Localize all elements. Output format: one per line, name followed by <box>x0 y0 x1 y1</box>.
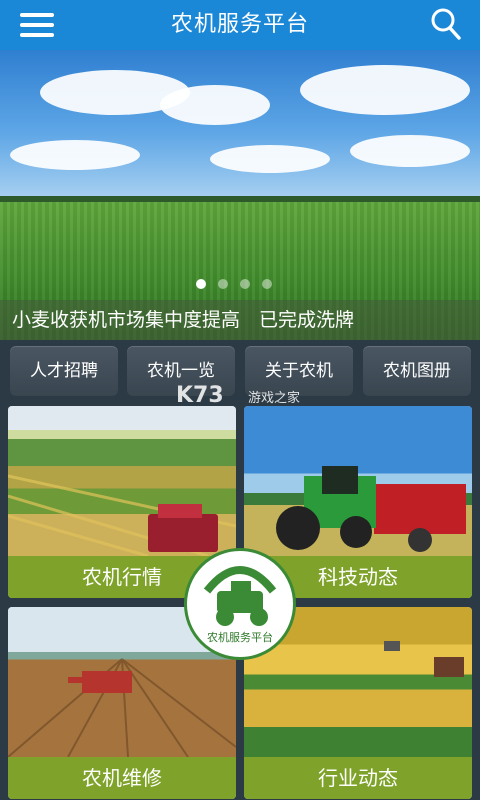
top-bar: 农机服务平台 <box>0 0 480 50</box>
banner-caption[interactable]: 小麦收获机市场集中度提高 已完成洗牌 <box>0 300 480 340</box>
carousel-dot[interactable] <box>218 279 228 289</box>
carousel-dot[interactable] <box>196 279 206 289</box>
banner-sky <box>0 50 480 200</box>
tile-label: 行业动态 <box>244 757 472 799</box>
nav-button-machinery-list[interactable]: 农机一览 <box>127 346 235 396</box>
quick-nav: 人才招聘 农机一览 关于农机 农机图册 <box>0 340 480 404</box>
nav-button-recruitment[interactable]: 人才招聘 <box>10 346 118 396</box>
carousel-indicators[interactable] <box>196 279 272 289</box>
page-title: 农机服务平台 <box>170 12 309 37</box>
tile-label: 农机维修 <box>8 757 236 799</box>
nav-button-gallery[interactable]: 农机图册 <box>363 346 471 396</box>
banner-carousel[interactable]: 小麦收获机市场集中度提高 已完成洗牌 <box>0 50 480 340</box>
search-icon[interactable] <box>430 7 462 41</box>
app-logo[interactable]: 农机服务平台 <box>184 548 296 660</box>
nav-button-about[interactable]: 关于农机 <box>245 346 353 396</box>
logo-caption: 农机服务平台 <box>207 631 273 644</box>
tile-image <box>8 406 236 556</box>
carousel-dot[interactable] <box>240 279 250 289</box>
carousel-dot[interactable] <box>262 279 272 289</box>
tile-image <box>244 406 472 556</box>
